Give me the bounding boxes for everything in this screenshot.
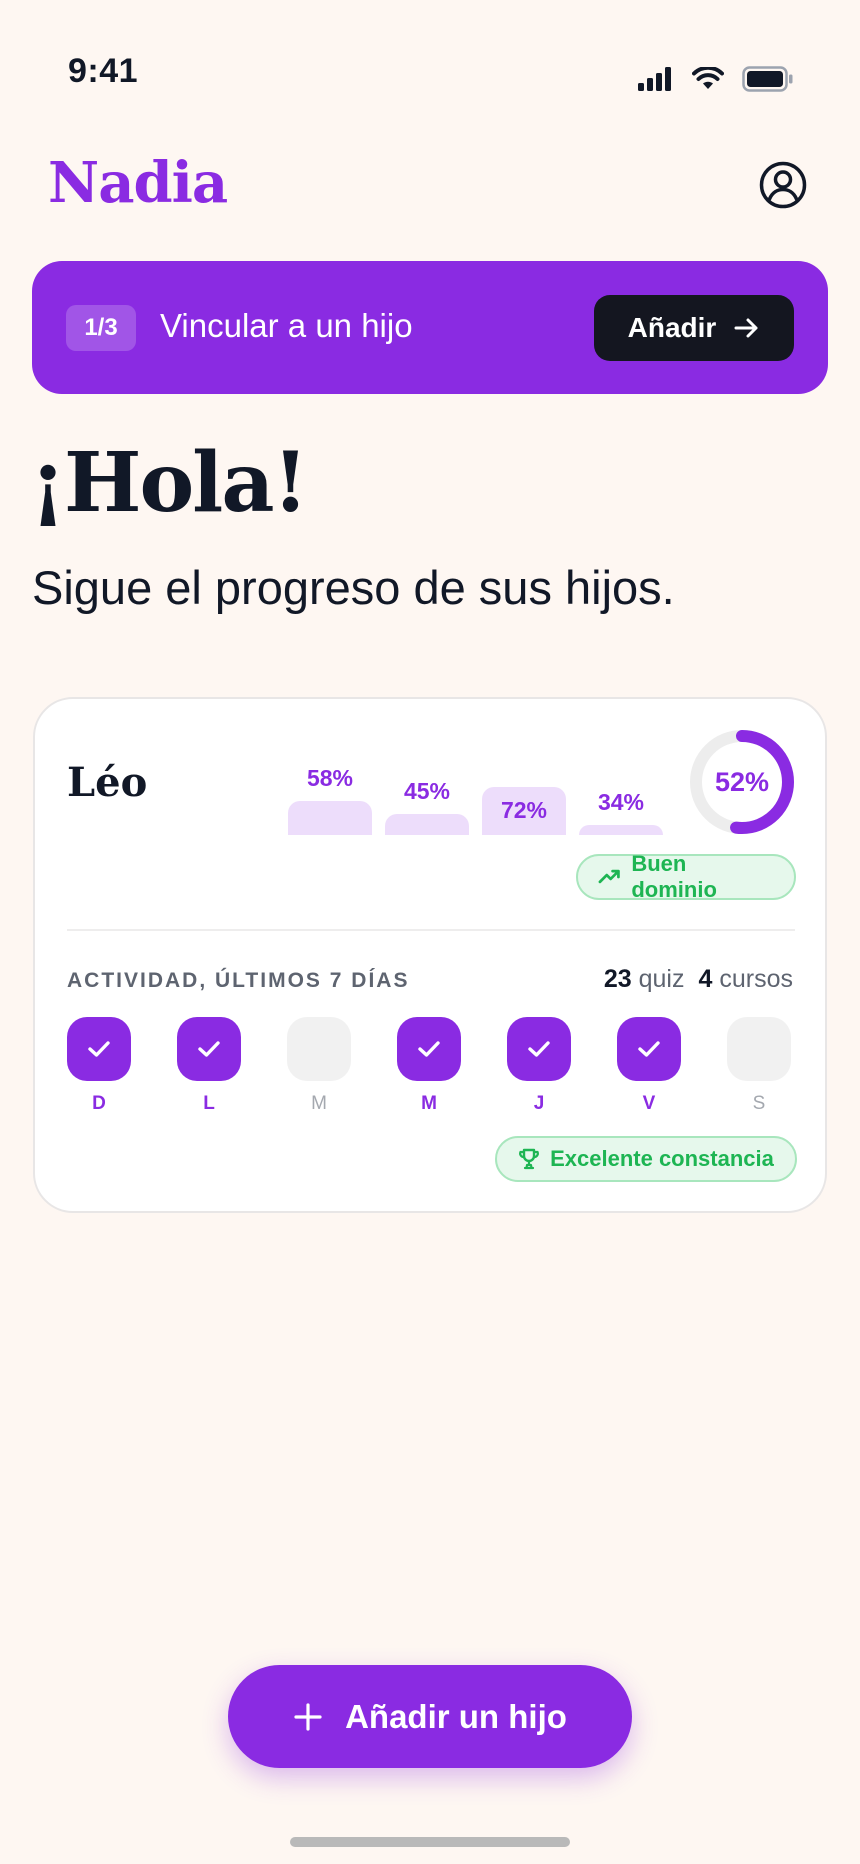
score-bar bbox=[288, 801, 372, 835]
quiz-label: quiz bbox=[638, 965, 685, 993]
banner-text: Vincular a un hijo bbox=[160, 307, 413, 344]
status-bar: 9:41 bbox=[0, 0, 860, 120]
greeting-heading: ¡Hola! bbox=[30, 435, 308, 531]
add-child-label: Añadir un hijo bbox=[345, 1697, 567, 1735]
battery-icon bbox=[742, 66, 793, 92]
day-letter: S bbox=[752, 1093, 766, 1114]
greeting-subtitle: Sigue el progreso de sus hijos. bbox=[32, 561, 675, 614]
activity-day: D bbox=[67, 1017, 131, 1115]
score-label: 58% bbox=[306, 765, 354, 791]
score-label: 34% bbox=[597, 789, 645, 815]
day-letter: L bbox=[203, 1093, 215, 1114]
cellular-signal-icon bbox=[638, 67, 671, 91]
card-divider bbox=[67, 929, 795, 931]
child-card[interactable]: Léo 58% 45% 72% 34% 52% Buen dominio ACTIVI… bbox=[33, 697, 827, 1213]
day-letter: V bbox=[642, 1093, 656, 1114]
day-done-box bbox=[397, 1017, 461, 1081]
streak-badge: Excelente constancia bbox=[495, 1136, 797, 1182]
day-done-box bbox=[617, 1017, 681, 1081]
day-done-box bbox=[177, 1017, 241, 1081]
day-empty-box bbox=[287, 1017, 351, 1081]
banner-add-label: Añadir bbox=[627, 312, 717, 343]
day-empty-box bbox=[727, 1017, 791, 1081]
course-count: 4 bbox=[698, 965, 713, 993]
app-header: Nadia bbox=[0, 140, 860, 230]
step-badge: 1/3 bbox=[66, 305, 136, 351]
activity-day: J bbox=[507, 1017, 571, 1115]
quiz-count: 23 bbox=[603, 965, 632, 993]
day-letter: J bbox=[533, 1093, 545, 1114]
activity-day: V bbox=[617, 1017, 681, 1115]
checkmark-icon bbox=[638, 1041, 660, 1057]
add-child-button[interactable]: Añadir un hijo bbox=[228, 1665, 632, 1768]
arrow-right-icon bbox=[734, 318, 758, 338]
day-done-box bbox=[507, 1017, 571, 1081]
trophy-icon bbox=[519, 1148, 540, 1170]
status-icons bbox=[638, 66, 794, 92]
app-logo: Nadia bbox=[48, 150, 228, 216]
day-done-box bbox=[67, 1017, 131, 1081]
mastery-badge-label: Buen dominio bbox=[631, 851, 717, 902]
streak-badge-label: Excelente constancia bbox=[550, 1146, 774, 1171]
day-letter: M bbox=[311, 1093, 327, 1114]
score-bar bbox=[579, 825, 663, 835]
onboarding-banner: 1/3 Vincular a un hijo Añadir bbox=[32, 261, 828, 394]
activity-day: L bbox=[177, 1017, 241, 1115]
course-label: cursos bbox=[719, 965, 793, 993]
activity-day: M bbox=[397, 1017, 461, 1115]
score-label: 45% bbox=[403, 778, 451, 804]
checkmark-icon bbox=[528, 1041, 550, 1057]
day-letter: M bbox=[421, 1093, 437, 1114]
activity-day: M bbox=[287, 1017, 351, 1115]
status-time: 9:41 bbox=[68, 52, 139, 90]
activity-stats: 23 quiz 4 cursos bbox=[604, 965, 793, 994]
account-button[interactable] bbox=[758, 160, 808, 210]
score-label: 72% bbox=[500, 797, 548, 823]
child-name: Léo bbox=[67, 759, 148, 806]
home-indicator[interactable] bbox=[290, 1837, 570, 1847]
checkmark-icon bbox=[418, 1041, 440, 1057]
trending-up-icon bbox=[598, 869, 620, 884]
score-bar bbox=[385, 814, 469, 835]
activity-label: ACTIVIDAD, ÚLTIMOS 7 DÍAS bbox=[67, 969, 410, 992]
plus-icon bbox=[294, 1702, 322, 1731]
mastery-badge: Buen dominio bbox=[576, 851, 796, 902]
checkmark-icon bbox=[88, 1041, 110, 1057]
wifi-icon bbox=[692, 67, 724, 89]
activity-day: S bbox=[727, 1017, 791, 1115]
banner-add-button[interactable]: Añadir bbox=[594, 295, 794, 361]
checkmark-icon bbox=[198, 1041, 220, 1057]
overall-progress-label: 52% bbox=[714, 766, 770, 797]
user-account-icon bbox=[759, 161, 807, 209]
day-letter: D bbox=[92, 1093, 106, 1114]
